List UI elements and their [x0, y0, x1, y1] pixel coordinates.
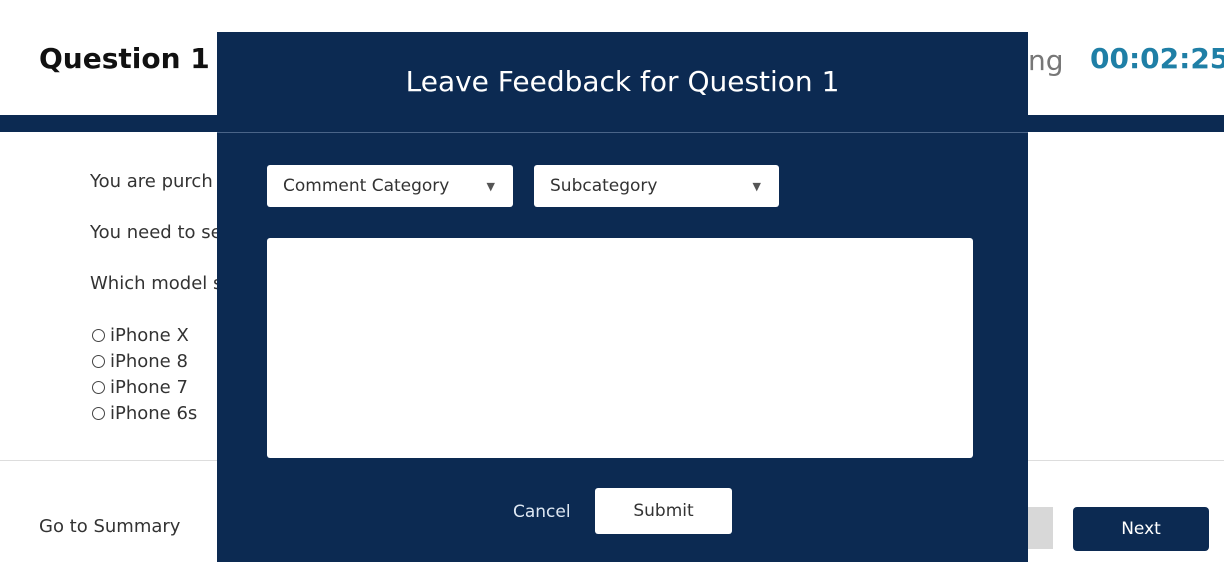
question-line-2: You need to se [90, 222, 222, 243]
question-title: Question 1 [39, 42, 210, 75]
go-to-summary-link[interactable]: Go to Summary [39, 516, 180, 537]
radio-unchecked-icon[interactable] [92, 329, 105, 342]
answer-option-3[interactable]: iPhone 7 [92, 377, 188, 398]
comment-category-value: Comment Category [283, 176, 450, 196]
answer-option-label: iPhone 8 [110, 351, 188, 372]
next-button[interactable]: Next [1073, 507, 1209, 551]
radio-unchecked-icon[interactable] [92, 407, 105, 420]
question-line-3: Which model s [90, 273, 223, 294]
previous-button-partial[interactable] [1028, 507, 1053, 549]
caret-down-icon: ▼ [486, 179, 495, 193]
radio-unchecked-icon[interactable] [92, 381, 105, 394]
subcategory-dropdown[interactable]: Subcategory ▼ [534, 165, 779, 207]
subcategory-value: Subcategory [550, 176, 658, 196]
submit-button[interactable]: Submit [595, 488, 732, 534]
feedback-comment-textarea[interactable] [267, 238, 973, 458]
answer-option-1[interactable]: iPhone X [92, 325, 189, 346]
answer-option-label: iPhone 6s [110, 403, 198, 424]
feedback-modal: Leave Feedback for Question 1 Comment Ca… [217, 32, 1028, 562]
answer-option-2[interactable]: iPhone 8 [92, 351, 188, 372]
answer-option-label: iPhone X [110, 325, 189, 346]
question-line-1: You are purch [90, 171, 213, 192]
modal-title: Leave Feedback for Question 1 [405, 65, 840, 98]
modal-divider [217, 132, 1028, 133]
caret-down-icon: ▼ [752, 179, 761, 193]
answer-option-4[interactable]: iPhone 6s [92, 403, 197, 424]
answer-option-label: iPhone 7 [110, 377, 188, 398]
comment-category-dropdown[interactable]: Comment Category ▼ [267, 165, 513, 207]
cancel-button[interactable]: Cancel [513, 502, 571, 522]
countdown-timer: 00:02:25 [1090, 42, 1224, 75]
time-remaining-label: ng [1028, 44, 1064, 77]
radio-unchecked-icon[interactable] [92, 355, 105, 368]
